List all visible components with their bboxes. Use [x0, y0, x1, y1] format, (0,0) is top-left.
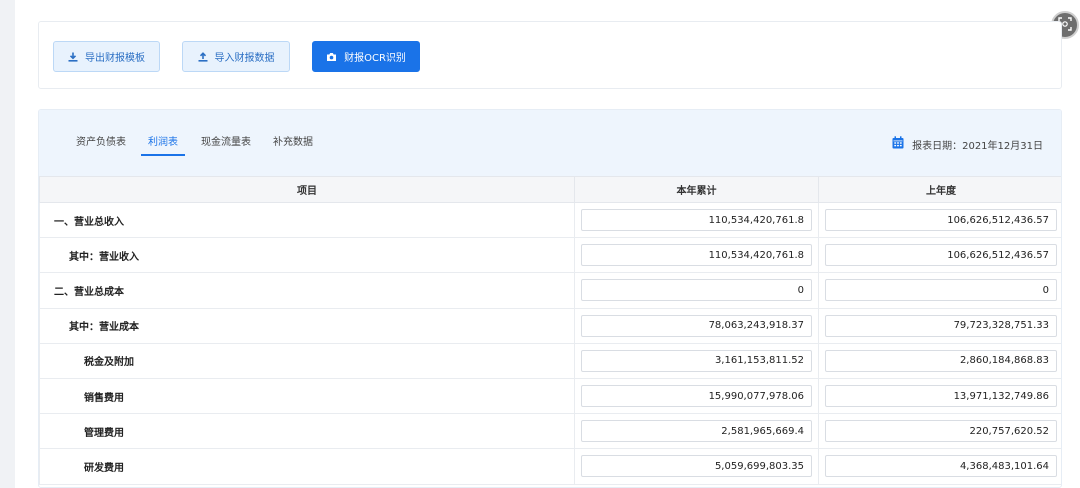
previous-year-input[interactable]: 79,723,328,751.33	[825, 314, 1057, 337]
tab-cash-flow[interactable]: 现金流量表	[199, 136, 253, 156]
table-row: 税金及附加 3,161,153,811.52 2,860,184,868.83	[39, 342, 1061, 379]
ocr-recognition-label: 财报OCR识别	[344, 53, 406, 64]
previous-year-input[interactable]: 220,757,620.52	[825, 420, 1057, 443]
tabs-bar: 资产负债表 利润表 现金流量表 补充数据 报表日期：2021年12月31日	[39, 110, 1061, 176]
row-label: 一、营业总收入	[39, 201, 575, 239]
column-header-current-year: 本年累计	[574, 176, 819, 203]
table-row: 销售费用 15,990,077,978.06 13,971,132,749.86	[39, 377, 1061, 415]
table-header-row: 项目 本年累计 上年度	[39, 176, 1061, 203]
upload-icon	[198, 51, 208, 62]
table-row: 其中：营业成本 78,063,243,918.37 79,723,328,751…	[39, 307, 1061, 344]
current-year-input[interactable]: 110,534,420,761.8	[581, 244, 812, 267]
table-row: 管理费用 2,581,965,669.4 220,757,620.52	[39, 413, 1061, 450]
current-year-input[interactable]: 0	[581, 279, 812, 302]
income-statement-card: 资产负债表 利润表 现金流量表 补充数据 报表日期：2021年12月31日 项目…	[38, 109, 1062, 488]
previous-year-input[interactable]: 106,626,512,436.57	[825, 244, 1057, 267]
row-label: 税金及附加	[39, 342, 575, 379]
camera-icon	[326, 52, 337, 62]
row-label: 其中：营业成本	[39, 307, 575, 344]
income-statement-table: 项目 本年累计 上年度 一、营业总收入 110,534,420,761.8 10…	[39, 176, 1061, 485]
toolbar-card: 导出财报模板 导入财报数据 财报OCR识别	[38, 21, 1062, 89]
row-label: 研发费用	[39, 448, 575, 485]
tab-balance-sheet[interactable]: 资产负债表	[75, 136, 127, 156]
import-data-button[interactable]: 导入财报数据	[182, 41, 290, 72]
export-template-label: 导出财报模板	[85, 53, 145, 64]
previous-year-input[interactable]: 4,368,483,101.64	[825, 455, 1057, 478]
table-row: 一、营业总收入 110,534,420,761.8 106,626,512,43…	[39, 201, 1061, 239]
current-year-input[interactable]: 2,581,965,669.4	[581, 420, 812, 443]
export-template-button[interactable]: 导出财报模板	[53, 41, 160, 72]
row-label: 管理费用	[39, 413, 575, 450]
current-year-input[interactable]: 15,990,077,978.06	[581, 385, 812, 408]
current-year-input[interactable]: 110,534,420,761.8	[581, 209, 812, 232]
ocr-recognition-button[interactable]: 财报OCR识别	[312, 41, 420, 72]
current-year-input[interactable]: 5,059,699,803.35	[581, 455, 812, 478]
previous-year-input[interactable]: 106,626,512,436.57	[825, 209, 1057, 232]
table-row: 二、营业总成本 0 0	[39, 272, 1061, 309]
row-label: 其中：营业收入	[39, 237, 575, 274]
current-year-input[interactable]: 3,161,153,811.52	[581, 349, 812, 372]
report-date-label: 报表日期：2021年12月31日	[912, 140, 1043, 152]
column-header-previous-year: 上年度	[818, 176, 1061, 203]
table-row: 研发费用 5,059,699,803.35 4,368,483,101.64	[39, 448, 1061, 485]
import-data-label: 导入财报数据	[214, 53, 275, 64]
report-date: 报表日期：2021年12月31日	[892, 136, 1043, 152]
table-row: 其中：营业收入 110,534,420,761.8 106,626,512,43…	[39, 237, 1061, 274]
tab-income-statement[interactable]: 利润表	[141, 136, 185, 156]
previous-year-input[interactable]: 0	[825, 279, 1057, 302]
previous-year-input[interactable]: 2,860,184,868.83	[825, 349, 1057, 372]
tab-supplementary-data[interactable]: 补充数据	[271, 136, 315, 156]
row-label: 二、营业总成本	[39, 272, 575, 309]
download-icon	[68, 52, 78, 62]
previous-year-input[interactable]: 13,971,132,749.86	[825, 385, 1057, 408]
current-year-input[interactable]: 78,063,243,918.37	[581, 314, 812, 337]
calendar-icon	[892, 136, 904, 152]
report-date-value: 2021年12月31日	[962, 140, 1043, 152]
row-label: 销售费用	[39, 377, 575, 415]
column-header-item: 项目	[39, 176, 575, 203]
